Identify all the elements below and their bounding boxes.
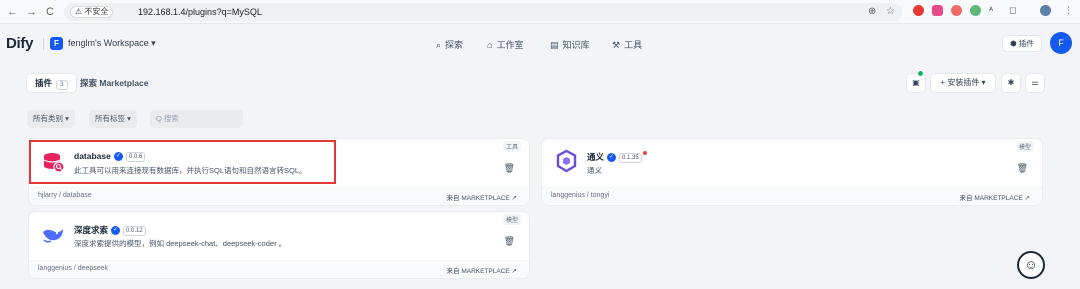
install-plugin-button[interactable]: + 安装插件 ▾	[930, 73, 996, 93]
plugin-title: database ✓ 0.0.6	[74, 151, 146, 162]
marketplace-link[interactable]: 来自 MARKETPLACE ↗	[960, 192, 1030, 202]
tags-filter[interactable]: 所有标签 ▾	[89, 110, 137, 128]
reload-icon[interactable]: C	[46, 6, 54, 18]
user-avatar[interactable]: F	[1050, 32, 1072, 54]
explore-icon: ⌕	[436, 40, 442, 50]
knowledge-icon: ▤	[550, 40, 559, 50]
database-icon	[41, 149, 66, 174]
plugin-card-tongyi[interactable]: 模型 通义 ✓ 0.1.35 通义 🗑 langgenius / tongyi 来自…	[541, 138, 1043, 206]
plugin-author: hjlarry / database	[38, 192, 92, 199]
forward-arrow-icon[interactable]: →	[26, 6, 37, 18]
nav-tools[interactable]: ⚒ 工具	[612, 38, 642, 51]
extension-red-icon[interactable]	[913, 5, 924, 16]
update-dot	[642, 151, 647, 155]
nav-explore[interactable]: ⌕ 探索	[436, 38, 463, 51]
plugin-author: langgenius / deepseek	[38, 265, 109, 272]
plugin-card-deepseek[interactable]: 模型 深度求索 ✓ 0.0.12 深度求索提供的模型，例如 deepseek-cha…	[28, 211, 530, 279]
install-tasks-button[interactable]: ▣	[906, 73, 926, 93]
plugin-description: 通义	[587, 166, 602, 175]
delete-icon[interactable]: 🗑	[1017, 163, 1028, 174]
category-filter[interactable]: 所有类别 ▾	[27, 110, 75, 128]
delete-icon[interactable]: 🗑	[504, 236, 515, 247]
verified-icon: ✓	[111, 226, 121, 236]
plugin-cube-icon: ⬢	[1010, 39, 1017, 48]
version-badge: 0.0.6	[125, 151, 146, 162]
plugins-nav-button[interactable]: ⬢ 插件	[1002, 35, 1042, 52]
settings-button[interactable]: ⚌	[1025, 73, 1045, 93]
card-footer: langgenius / deepseek 来自 MARKETPLACE ↗	[29, 260, 529, 278]
marketplace-link[interactable]: 来自 MARKETPLACE ↗	[447, 265, 517, 275]
extension-green-icon[interactable]	[970, 5, 981, 16]
plugin-count-badge: 3	[56, 80, 68, 90]
nav-knowledge[interactable]: ▤ 知识库	[550, 38, 590, 51]
browser-menu-icon[interactable]: ⋮	[1064, 5, 1073, 16]
app-header: Dify F fenglm's Workspace ▾ ⌕ 探索 ⌂ 工作室 ▤ 知识…	[0, 25, 1080, 63]
dify-logo[interactable]: Dify	[6, 35, 33, 52]
plugin-description: 深度求索提供的模型，例如 deepseek-chat、deepseek-code…	[74, 239, 287, 248]
search-input[interactable]: Q 搜索	[150, 110, 243, 128]
extension-pink-icon[interactable]	[932, 5, 943, 16]
browser-toolbar: ← → C ⚠ 不安全 192.168.1.4/plugins?q=MySQL …	[0, 0, 1080, 24]
plugin-title: 通义 ✓ 0.1.35	[587, 151, 647, 163]
url-text[interactable]: 192.168.1.4/plugins?q=MySQL	[138, 7, 262, 17]
clipboard-icon: ▣	[912, 78, 920, 87]
tools-icon: ⚒	[612, 40, 621, 50]
bookmark-star-icon[interactable]: ☆	[886, 7, 895, 17]
card-footer: hjlarry / database 来自 MARKETPLACE ↗	[29, 187, 529, 205]
sliders-icon: ⚌	[1031, 78, 1039, 87]
bug-icon: ✱	[1007, 78, 1015, 87]
task-status-dot	[917, 70, 924, 77]
extension-pin-icon[interactable]	[951, 5, 962, 16]
address-bar[interactable]: ⚠ 不安全 192.168.1.4/plugins?q=MySQL ⊕ ☆	[64, 3, 902, 21]
workspace-avatar[interactable]: F	[50, 37, 63, 50]
version-badge: 0.1.35	[619, 152, 642, 163]
tab-marketplace[interactable]: 探索 Marketplace	[74, 73, 155, 93]
plugin-author: langgenius / tongyi	[551, 192, 610, 199]
deepseek-whale-icon	[43, 229, 63, 243]
studio-icon: ⌂	[487, 40, 493, 50]
security-warning-badge[interactable]: ⚠ 不安全	[70, 6, 114, 18]
tongyi-logo-icon	[556, 149, 577, 173]
verified-icon: ✓	[607, 153, 617, 163]
plugin-description: 此工具可以用来连接现有数据库，并执行SQL语句和自然语言转SQL。	[74, 166, 307, 175]
version-badge: 0.0.12	[123, 225, 146, 236]
category-tag: 模型	[1015, 141, 1034, 152]
delete-icon[interactable]: 🗑	[504, 163, 515, 174]
help-chat-icon[interactable]: ☺	[1017, 251, 1045, 279]
profile-icon[interactable]	[1040, 5, 1051, 16]
debug-button[interactable]: ✱	[1001, 73, 1021, 93]
workspace-selector[interactable]: fenglm's Workspace ▾	[68, 38, 156, 49]
category-tag: 模型	[502, 214, 521, 225]
extensions-puzzle-icon[interactable]: ◻	[1009, 5, 1016, 16]
plugin-title: 深度求索 ✓ 0.0.12	[74, 224, 146, 236]
nav-studio[interactable]: ⌂ 工作室	[487, 38, 523, 51]
card-footer: langgenius / tongyi 来自 MARKETPLACE ↗	[542, 187, 1042, 205]
plugin-card-database[interactable]: 工具 database ✓ 0.0.6 此工具可以用来连接现有数据库，并执行SQL语…	[28, 138, 530, 206]
back-arrow-icon[interactable]: ←	[7, 6, 18, 18]
divider	[43, 38, 44, 50]
verified-icon: ✓	[113, 152, 123, 162]
tab-installed-plugins[interactable]: 插件 3	[26, 73, 77, 93]
extension-text-icon[interactable]: ᴬ	[989, 5, 993, 16]
zoom-icon[interactable]: ⊕	[868, 7, 876, 17]
marketplace-link[interactable]: 来自 MARKETPLACE ↗	[447, 192, 517, 202]
category-tag: 工具	[502, 141, 521, 152]
